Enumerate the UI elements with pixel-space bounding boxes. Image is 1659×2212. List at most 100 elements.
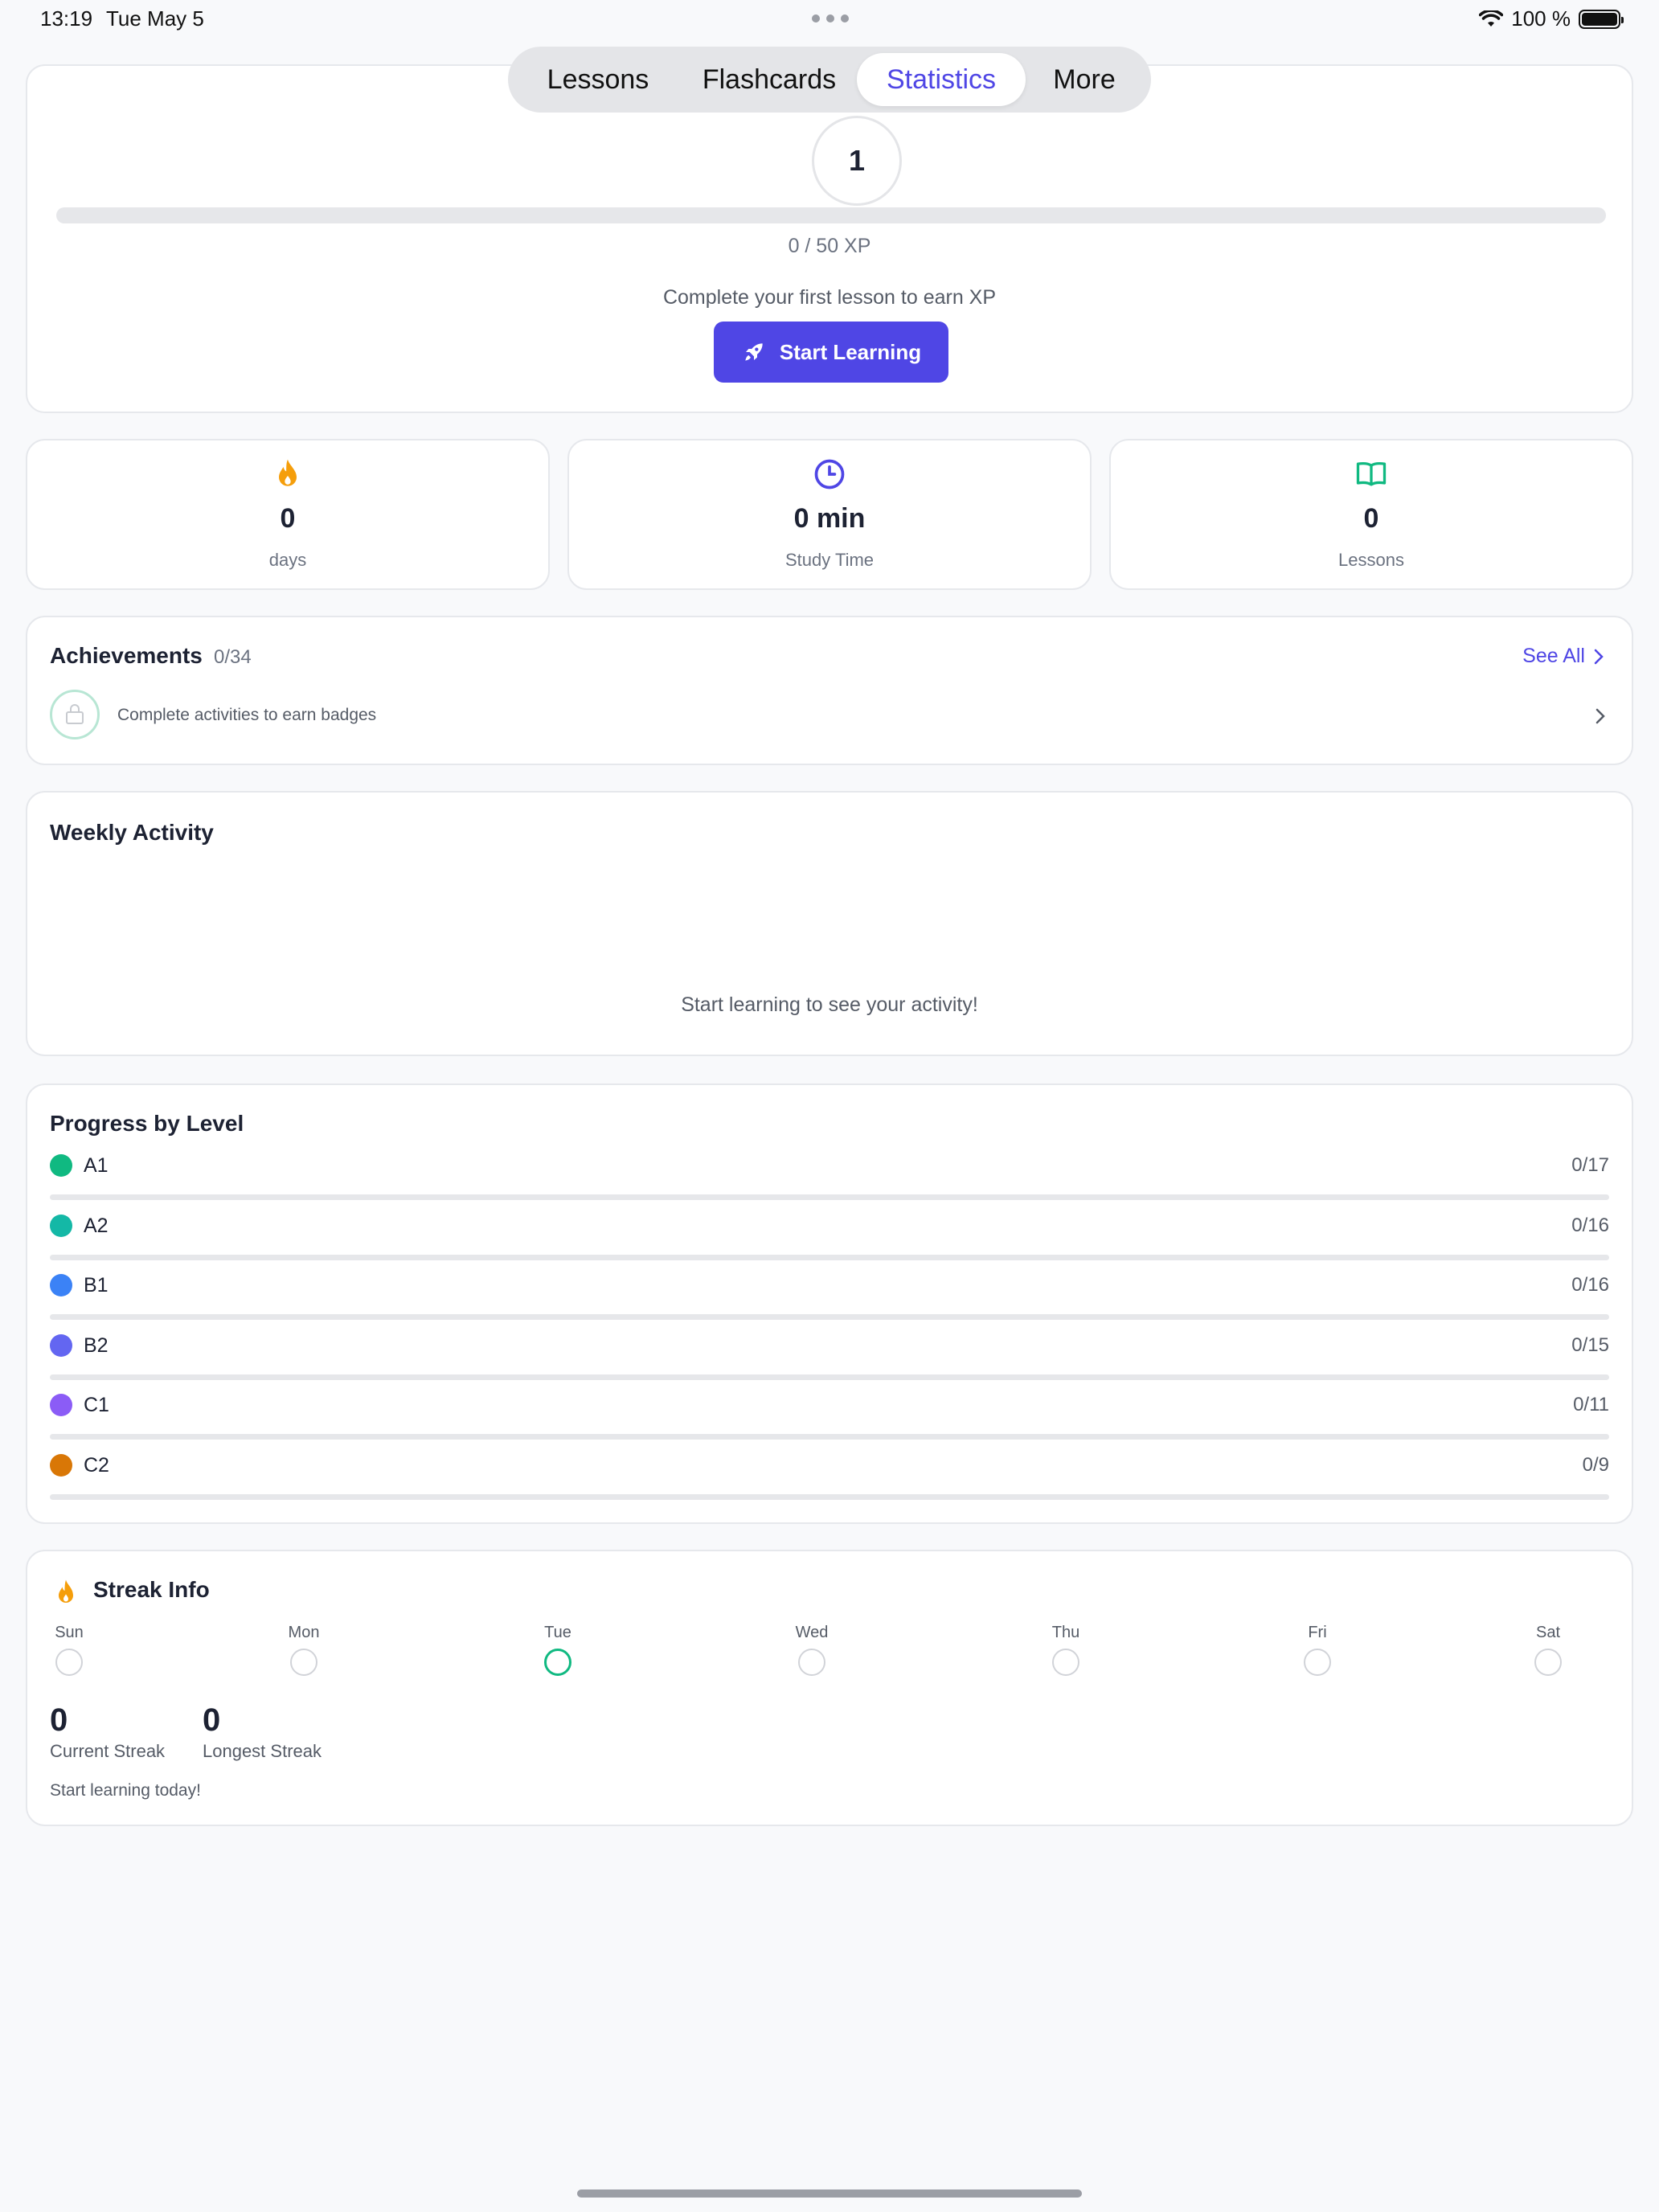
level-row-c2: C2 0/9	[50, 1448, 1609, 1507]
book-icon	[1356, 461, 1387, 486]
level-row-b2: B2 0/15	[50, 1328, 1609, 1387]
streak-day-sun: Sun	[37, 1624, 101, 1676]
home-indicator[interactable]	[577, 2189, 1082, 2198]
level-row-a1: A1 0/17	[50, 1148, 1609, 1207]
multitasking-dots-icon[interactable]	[812, 14, 849, 23]
tab-more[interactable]: More	[1026, 53, 1143, 106]
progress-by-level-card: Progress by Level A1 0/17 A2 0/16 B1 0/16 B2 0/…	[26, 1083, 1633, 1524]
see-all-label: See All	[1522, 645, 1585, 667]
tab-lessons[interactable]: Lessons	[514, 53, 682, 106]
level-count: 0/16	[1571, 1274, 1609, 1296]
level-color-dot	[50, 1454, 72, 1477]
streak-info-card: Streak Info Sun Mon Tue Wed Thu Fri Sat 0 Curr…	[26, 1550, 1633, 1826]
status-time: 13:19	[40, 6, 93, 31]
day-indicator	[544, 1649, 571, 1676]
see-all-button[interactable]: See All	[1522, 645, 1604, 668]
achievements-card: Achievements 0/34 See All Complete activ…	[26, 616, 1633, 765]
day-indicator	[798, 1649, 825, 1676]
longest-streak-value: 0	[203, 1702, 221, 1738]
streak-day-wed: Wed	[780, 1624, 844, 1676]
level-name: A1	[84, 1154, 109, 1177]
level-name: A2	[84, 1214, 109, 1237]
tab-flashcards[interactable]: Flashcards	[682, 53, 857, 106]
day-indicator	[55, 1649, 83, 1676]
stat-card-streak: 0 days	[26, 439, 550, 590]
level-progress-bar	[50, 1314, 1609, 1321]
level-color-dot	[50, 1274, 72, 1297]
stat-card-study-time: 0 min Study Time	[567, 439, 1092, 590]
level-color-dot	[50, 1333, 72, 1357]
start-learning-label: Start Learning	[779, 339, 922, 364]
level-row-c1: C1 0/11	[50, 1387, 1609, 1447]
day-indicator	[1534, 1649, 1562, 1676]
level-row-a2: A2 0/16	[50, 1208, 1609, 1268]
tab-statistics[interactable]: Statistics	[857, 53, 1026, 106]
day-label: Thu	[1051, 1624, 1080, 1641]
day-label: Mon	[288, 1624, 320, 1641]
current-streak-value: 0	[50, 1702, 68, 1738]
streak-day-fri: Fri	[1285, 1624, 1350, 1676]
day-label: Sat	[1535, 1624, 1561, 1641]
day-indicator	[1304, 1649, 1331, 1676]
xp-hint: Complete your first lesson to earn XP	[662, 286, 997, 309]
level-progress-bar	[50, 1194, 1609, 1200]
study-time-label: Study Time	[784, 550, 875, 570]
day-label: Fri	[1308, 1624, 1327, 1641]
streak-info-title: Streak Info	[93, 1577, 210, 1602]
achievements-hint: Complete activities to earn badges	[117, 706, 377, 724]
level-name: C1	[84, 1394, 109, 1417]
progress-by-level-title: Progress by Level	[50, 1111, 244, 1136]
achievements-count: 0/34	[214, 646, 252, 668]
level-count: 0/9	[1582, 1454, 1609, 1476]
rocket-icon	[745, 343, 763, 361]
xp-progress-bar	[56, 207, 1606, 223]
streak-days-value: 0	[280, 503, 296, 534]
weekly-activity-empty: Start learning to see your activity!	[681, 993, 978, 1016]
chevron-right-icon	[1594, 649, 1604, 664]
level-count: 0/17	[1571, 1154, 1609, 1176]
flame-icon	[59, 1579, 73, 1603]
xp-text: 0 / 50 XP	[788, 235, 871, 257]
day-label: Wed	[795, 1624, 829, 1641]
level-count: 0/16	[1571, 1214, 1609, 1236]
streak-day-tue: Tue	[526, 1624, 590, 1676]
weekly-activity-card: Weekly Activity Start learning to see yo…	[26, 791, 1633, 1056]
status-bar: 13:19 Tue May 5 100 %	[0, 0, 1659, 39]
start-learning-button[interactable]: Start Learning	[714, 322, 948, 383]
clock-icon	[814, 459, 845, 490]
streak-day-thu: Thu	[1034, 1624, 1098, 1676]
stat-card-lessons: 0 Lessons	[1109, 439, 1633, 590]
level-row-b1: B1 0/16	[50, 1268, 1609, 1327]
current-streak-label: Current Streak	[50, 1741, 166, 1761]
level-color-dot	[50, 1394, 72, 1417]
status-date: Tue May 5	[106, 6, 204, 31]
level-progress-bar	[50, 1434, 1609, 1440]
lock-icon	[66, 704, 84, 724]
streak-day-mon: Mon	[272, 1624, 336, 1676]
level-progress-bar	[50, 1494, 1609, 1500]
level-count: 0/11	[1573, 1394, 1609, 1416]
level-badge: 1	[812, 116, 902, 206]
day-indicator	[1052, 1649, 1079, 1676]
locked-badge	[50, 690, 100, 739]
level-name: B1	[84, 1274, 109, 1297]
level-name: B2	[84, 1333, 109, 1357]
weekly-activity-title: Weekly Activity	[50, 820, 214, 845]
level-progress-bar	[50, 1254, 1609, 1260]
day-indicator	[290, 1649, 317, 1676]
battery-icon	[1579, 9, 1624, 29]
day-label: Sun	[55, 1624, 84, 1641]
lessons-label: Lessons	[1338, 550, 1404, 570]
chevron-right-icon[interactable]	[1595, 707, 1606, 725]
level-color-dot	[50, 1154, 72, 1177]
level-color-dot	[50, 1214, 72, 1237]
level-progress-bar	[50, 1374, 1609, 1380]
lessons-value: 0	[1363, 503, 1379, 534]
day-label: Tue	[544, 1624, 571, 1641]
level-count: 0/15	[1571, 1333, 1609, 1356]
longest-streak-label: Longest Streak	[203, 1741, 322, 1761]
tab-bar: Lessons Flashcards Statistics More	[508, 47, 1151, 113]
streak-hint: Start learning today!	[50, 1781, 201, 1800]
level-card: 1 0 / 50 XP Complete your first lesson t…	[26, 64, 1633, 413]
streak-days-label: days	[268, 550, 307, 570]
